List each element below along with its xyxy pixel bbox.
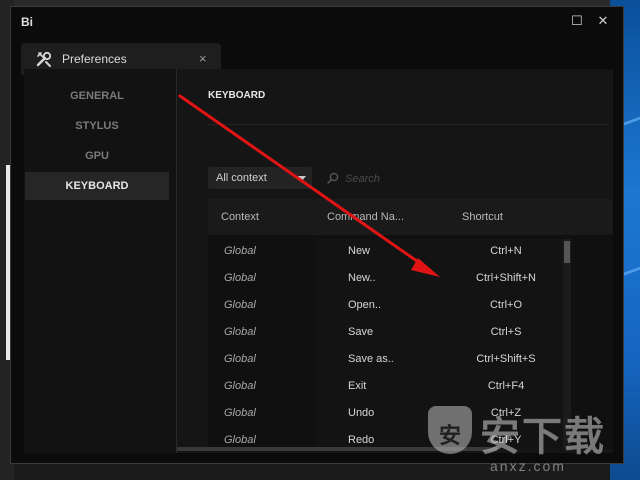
maximize-button[interactable]: ☐ <box>569 13 585 29</box>
panel-title: KEYBOARD <box>208 90 266 101</box>
row-command: Open.. <box>348 299 382 311</box>
watermark-text: 安下载 <box>480 415 606 459</box>
row-context: Global <box>224 434 256 446</box>
close-window-button[interactable]: ✕ <box>595 13 611 29</box>
table-row[interactable]: Global Save as.. Ctrl+Shift+S <box>208 347 568 374</box>
row-shortcut[interactable]: Ctrl+O <box>456 299 556 311</box>
keyboard-panel: KEYBOARD All context Context Command Na.… <box>176 69 613 453</box>
preferences-window: Bi ☐ ✕ Preferences × GENERAL STYLUS GPU … <box>10 6 624 464</box>
row-context: Global <box>224 407 256 419</box>
row-context: Global <box>224 245 256 257</box>
table-header: Context Command Na... Shortcut <box>208 199 613 235</box>
row-command: Save as.. <box>348 353 394 365</box>
row-command: Undo <box>348 407 375 419</box>
row-shortcut[interactable]: Ctrl+S <box>456 326 556 338</box>
title-bar: Bi ☐ ✕ <box>11 7 623 37</box>
search-icon <box>327 172 339 184</box>
search-input[interactable] <box>343 169 597 189</box>
shield-icon: 安 <box>428 406 472 454</box>
sidebar-item-gpu[interactable]: GPU <box>25 142 169 170</box>
tab-close-button[interactable]: × <box>199 51 207 66</box>
table-row[interactable]: Global Save Ctrl+S <box>208 320 568 347</box>
sidebar-item-stylus[interactable]: STYLUS <box>25 112 169 140</box>
column-header-context[interactable]: Context <box>221 211 259 223</box>
watermark: 安 安下载 anxz.com <box>420 400 640 480</box>
divider <box>208 124 608 125</box>
row-command: New <box>348 245 371 257</box>
row-context: Global <box>224 272 256 284</box>
search-box[interactable] <box>323 167 613 189</box>
row-shortcut[interactable]: Ctrl+F4 <box>456 380 556 392</box>
sidebar-item-general[interactable]: GENERAL <box>25 82 169 110</box>
row-shortcut[interactable]: Ctrl+Shift+N <box>456 272 556 284</box>
column-header-shortcut[interactable]: Shortcut <box>462 211 503 223</box>
watermark-shield-glyph: 安 <box>438 423 461 448</box>
column-header-command[interactable]: Command Na... <box>327 211 404 223</box>
context-dropdown-value: All context <box>216 172 267 184</box>
row-command: Save <box>348 326 374 338</box>
tab-label: Preferences <box>62 52 127 66</box>
row-shortcut[interactable]: Ctrl+N <box>456 245 556 257</box>
row-command: Redo <box>348 434 375 446</box>
table-row[interactable]: Global Open.. Ctrl+O <box>208 293 568 320</box>
row-context: Global <box>224 353 256 365</box>
row-shortcut[interactable]: Ctrl+Shift+S <box>456 353 556 365</box>
row-context: Global <box>224 326 256 338</box>
row-command: Exit <box>348 380 367 392</box>
preferences-sidebar: GENERAL STYLUS GPU KEYBOARD <box>24 69 186 453</box>
row-command: New.. <box>348 272 376 284</box>
scrollbar-thumb[interactable] <box>564 241 570 263</box>
watermark-url: anxz.com <box>490 458 566 474</box>
sidebar-item-keyboard[interactable]: KEYBOARD <box>25 172 169 200</box>
chevron-down-icon <box>298 176 306 181</box>
table-row[interactable]: Global New.. Ctrl+Shift+N <box>208 266 568 293</box>
wrench-icon <box>36 51 52 67</box>
app-logo: Bi <box>21 15 33 29</box>
row-context: Global <box>224 299 256 311</box>
table-row[interactable]: Global Exit Ctrl+F4 <box>208 374 568 401</box>
row-context: Global <box>224 380 256 392</box>
context-dropdown[interactable]: All context <box>208 167 312 189</box>
table-row[interactable]: Global New Ctrl+N <box>208 239 568 266</box>
